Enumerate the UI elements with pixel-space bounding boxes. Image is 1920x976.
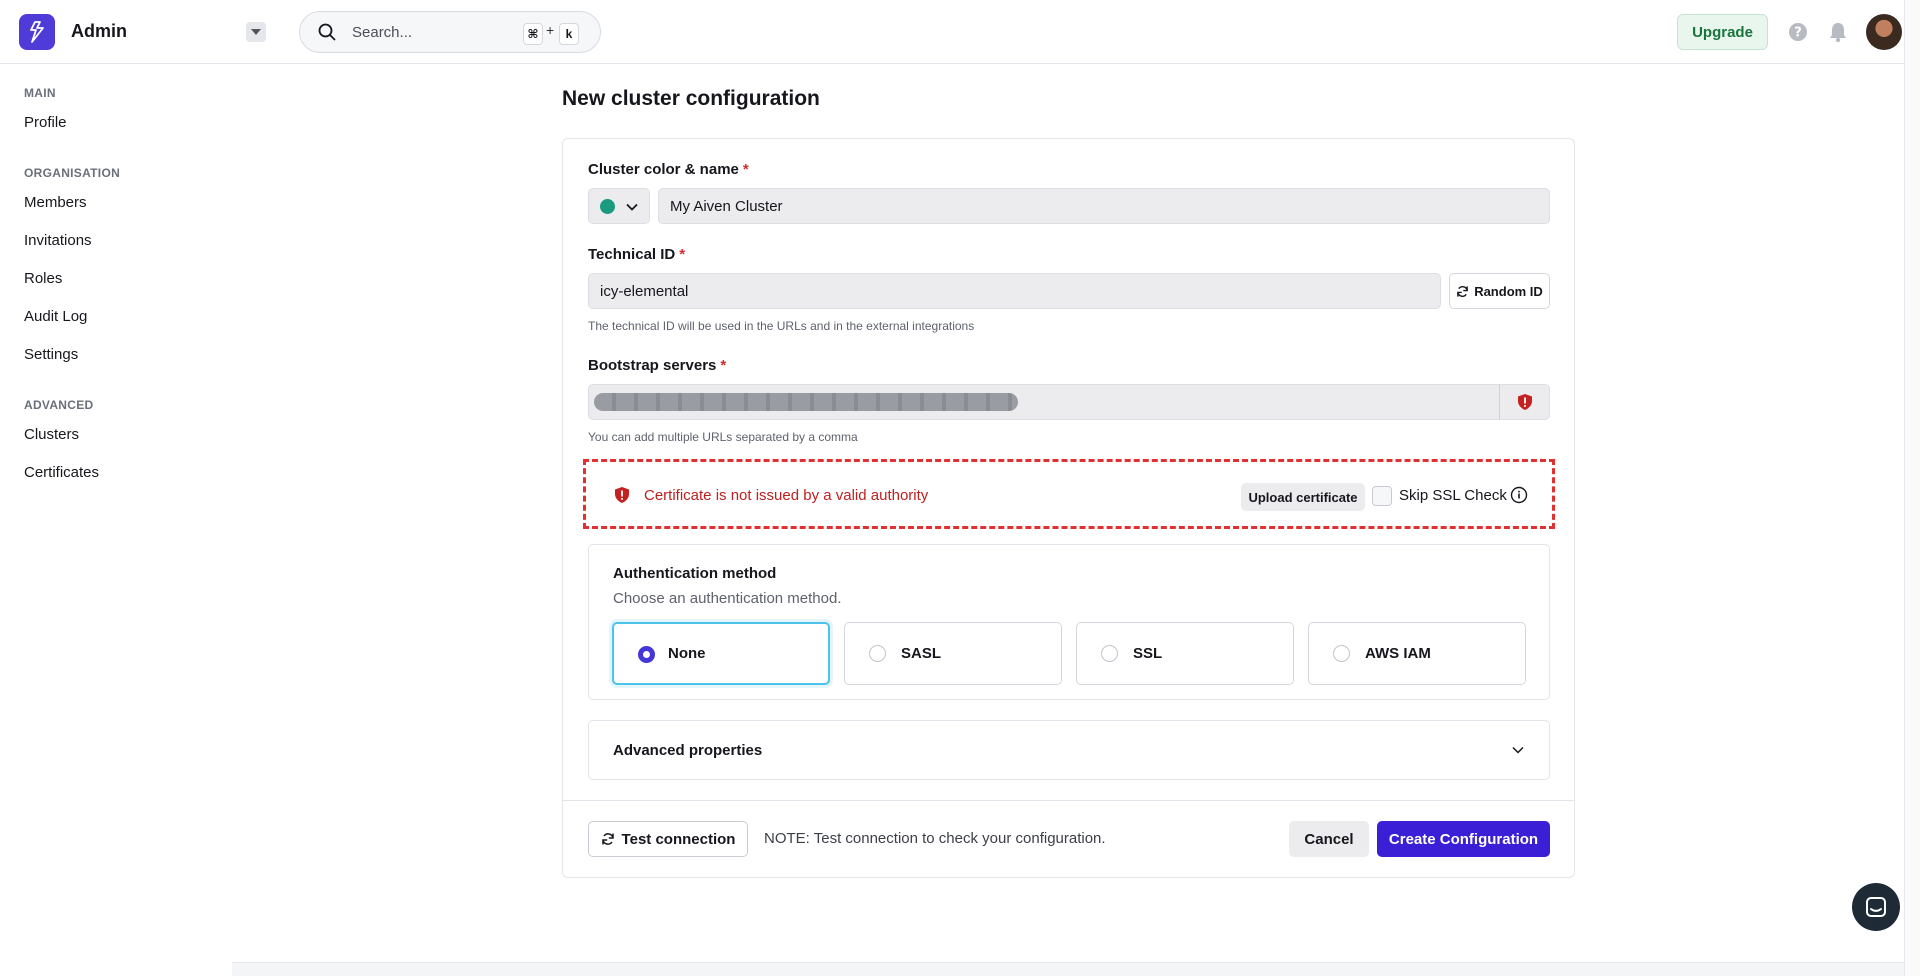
page-title: New cluster configuration [562, 87, 820, 110]
app-logo-icon[interactable] [19, 14, 55, 50]
auth-option-label: SASL [901, 645, 942, 662]
search-input[interactable]: Search... ⌘ k [299, 11, 601, 53]
color-swatch [600, 199, 615, 214]
sidebar-section-main: MAIN [24, 86, 56, 100]
shortcut-key-cmd: ⌘ [523, 23, 543, 45]
shortcut-key-k: k [559, 23, 579, 45]
auth-option-aws-iam[interactable]: AWS IAM [1308, 622, 1526, 685]
advanced-properties-label: Advanced properties [613, 742, 763, 759]
app-switcher-button[interactable] [246, 22, 266, 42]
cluster-name-label: Cluster color & name * [588, 161, 749, 178]
sidebar: MAIN Profile ORGANISATION Members Invita… [0, 64, 232, 976]
auth-option-sasl[interactable]: SASL [844, 622, 1062, 685]
chevron-down-icon [626, 203, 638, 211]
cluster-name-input[interactable] [658, 188, 1550, 224]
certificate-error-alert: Certificate is not issued by a valid aut… [583, 459, 1555, 529]
search-icon [318, 23, 336, 41]
upgrade-button[interactable]: Upgrade [1677, 14, 1768, 50]
technical-id-input[interactable] [588, 273, 1441, 309]
shortcut-plus: + [546, 22, 555, 38]
cancel-button[interactable]: Cancel [1289, 821, 1369, 857]
ssl-status-indicator[interactable] [1499, 384, 1550, 420]
skip-ssl-label[interactable]: Skip SSL Check [1399, 487, 1507, 504]
skip-ssl-checkbox[interactable] [1372, 486, 1392, 506]
caret-down-icon [251, 29, 261, 35]
auth-option-label: AWS IAM [1365, 645, 1431, 662]
sidebar-item-profile[interactable]: Profile [24, 114, 67, 131]
radio-unselected [1333, 645, 1350, 662]
bottom-strip [232, 962, 1904, 976]
form-footer-divider [563, 800, 1574, 801]
sidebar-item-invitations[interactable]: Invitations [24, 232, 92, 249]
auth-method-title: Authentication method [613, 565, 777, 582]
bootstrap-servers-label: Bootstrap servers * [588, 357, 727, 374]
auth-option-none[interactable]: None [612, 622, 830, 685]
advanced-properties-accordion[interactable]: Advanced properties [588, 720, 1550, 780]
authentication-method-section: Authentication method Choose an authenti… [588, 544, 1550, 700]
auth-method-subtitle: Choose an authentication method. [613, 590, 842, 607]
bell-icon[interactable] [1828, 21, 1848, 43]
info-icon[interactable] [1510, 486, 1528, 504]
refresh-icon [1457, 285, 1469, 297]
redacted-server-url [594, 393, 1018, 411]
shield-alert-icon [1517, 394, 1532, 410]
test-connection-note: NOTE: Test connection to check your conf… [764, 830, 1106, 847]
sidebar-section-advanced: ADVANCED [24, 398, 94, 412]
chevron-down-icon [1512, 746, 1524, 754]
sidebar-section-organisation: ORGANISATION [24, 166, 121, 180]
refresh-icon [601, 833, 614, 845]
app-name: Admin [71, 21, 127, 41]
random-id-button[interactable]: Random ID [1449, 273, 1550, 309]
avatar[interactable] [1866, 14, 1902, 50]
help-icon[interactable]: ? [1788, 22, 1808, 42]
auth-option-label: None [668, 645, 706, 662]
shield-alert-icon [615, 487, 629, 503]
sidebar-item-roles[interactable]: Roles [24, 270, 62, 287]
upload-certificate-button[interactable]: Upload certificate [1241, 483, 1365, 511]
sidebar-item-clusters[interactable]: Clusters [24, 426, 79, 443]
test-connection-button[interactable]: Test connection [588, 821, 748, 857]
auth-option-label: SSL [1133, 645, 1163, 662]
technical-id-label: Technical ID * [588, 246, 686, 263]
chat-icon [1866, 897, 1886, 917]
certificate-error-text: Certificate is not issued by a valid aut… [644, 487, 929, 504]
sidebar-item-members[interactable]: Members [24, 194, 87, 211]
technical-id-hint: The technical ID will be used in the URL… [588, 319, 975, 333]
cluster-color-picker[interactable] [588, 188, 650, 224]
sidebar-item-audit-log[interactable]: Audit Log [24, 308, 87, 325]
radio-selected [638, 646, 655, 663]
radio-unselected [1101, 645, 1118, 662]
auth-option-ssl[interactable]: SSL [1076, 622, 1294, 685]
test-connection-label: Test connection [621, 830, 736, 848]
search-placeholder: Search... [352, 24, 413, 41]
bootstrap-servers-hint: You can add multiple URLs separated by a… [588, 430, 858, 444]
random-id-label: Random ID [1474, 283, 1543, 299]
radio-unselected [869, 645, 886, 662]
page-scrollbar[interactable] [1904, 0, 1920, 976]
sidebar-item-settings[interactable]: Settings [24, 346, 78, 363]
chat-launcher-button[interactable] [1852, 883, 1900, 931]
top-bar: Admin Search... ⌘ k + Upgrade ? [0, 0, 1904, 64]
sidebar-item-certificates[interactable]: Certificates [24, 464, 99, 481]
svg-text:?: ? [1794, 26, 1802, 41]
create-configuration-button[interactable]: Create Configuration [1377, 821, 1550, 857]
